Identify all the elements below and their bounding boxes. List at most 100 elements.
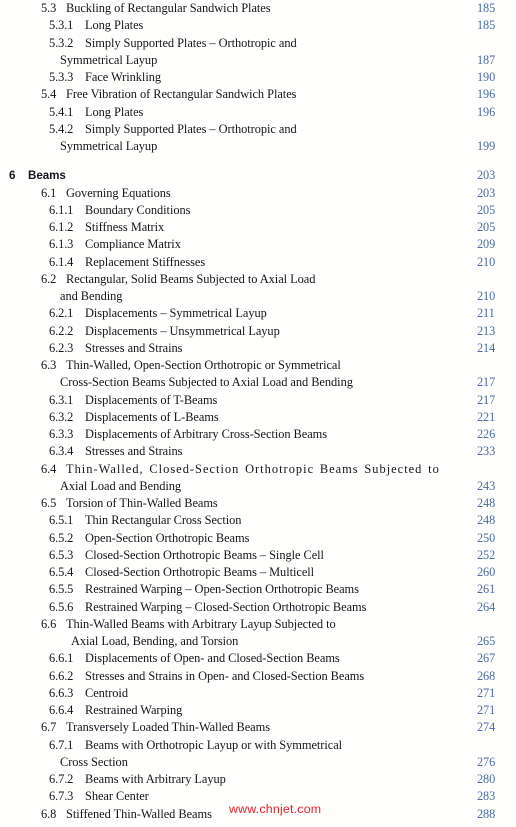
toc-entry-number: 6.5.1 bbox=[49, 513, 74, 528]
toc-entry-page-number[interactable]: 261 bbox=[477, 581, 495, 598]
toc-subsection-entry[interactable]: 6.5.2 Open-Section Orthotropic Beams 250 bbox=[0, 530, 516, 547]
toc-entry-page-number[interactable]: 203 bbox=[477, 185, 495, 202]
toc-entry-title: Long Plates bbox=[85, 104, 144, 119]
toc-subsection-entry[interactable]: 5.3.1 Long Plates 185 bbox=[0, 17, 516, 34]
toc-subsection-entry[interactable]: 6.1.1 Boundary Conditions 205 bbox=[0, 202, 516, 219]
toc-section-entry[interactable]: 6.5 Torsion of Thin-Walled Beams 248 bbox=[0, 495, 516, 512]
toc-section-entry[interactable]: 6.3 Thin-Walled, Open-Section Orthotropic… bbox=[0, 357, 516, 374]
toc-entry-number: 5.3 bbox=[41, 1, 57, 15]
toc-entry-continuation[interactable]: Cross-Section Beams Subjected to Axial L… bbox=[0, 374, 516, 391]
toc-entry-page-number[interactable]: 248 bbox=[477, 512, 495, 529]
toc-subsection-entry[interactable]: 6.5.3 Closed-Section Orthotropic Beams – … bbox=[0, 547, 516, 564]
toc-entry-page-number[interactable]: 221 bbox=[477, 409, 495, 426]
toc-entry-title: and Bending bbox=[60, 289, 123, 303]
toc-entry-page-number[interactable]: 280 bbox=[477, 771, 495, 788]
toc-subsection-entry[interactable]: 6.1.4 Replacement Stiffnesses 210 bbox=[0, 254, 516, 271]
toc-subsection-entry[interactable]: 6.5.4 Closed-Section Orthotropic Beams – … bbox=[0, 564, 516, 581]
toc-subsection-entry[interactable]: 6.3.4 Stresses and Strains 233 bbox=[0, 443, 516, 460]
toc-entry-page-number[interactable]: 213 bbox=[477, 323, 495, 340]
toc-entry-page-number[interactable]: 248 bbox=[477, 495, 495, 512]
toc-entry-page-number[interactable]: 185 bbox=[477, 17, 495, 34]
toc-entry-page-number[interactable]: 196 bbox=[477, 104, 495, 121]
toc-entry-page-number[interactable]: 187 bbox=[477, 52, 495, 69]
toc-entry-page-number[interactable]: 185 bbox=[477, 0, 495, 17]
toc-entry-page-number[interactable]: 199 bbox=[477, 138, 495, 155]
toc-entry-page-number[interactable]: 196 bbox=[477, 86, 495, 103]
toc-entry-page-number[interactable]: 274 bbox=[477, 719, 495, 736]
toc-subsection-entry[interactable]: 6.2.2 Displacements – Unsymmetrical Layup… bbox=[0, 323, 516, 340]
toc-entry-page-number[interactable]: 210 bbox=[477, 254, 495, 271]
toc-entry-page-number[interactable]: 209 bbox=[477, 236, 495, 253]
toc-entry-continuation[interactable]: Symmetrical Layup 199 bbox=[0, 138, 516, 155]
toc-entry-page-number[interactable]: 214 bbox=[477, 340, 495, 357]
toc-entry-title: Cross Section bbox=[60, 754, 128, 769]
toc-subsection-entry[interactable]: 6.6.1 Displacements of Open- and Closed-S… bbox=[0, 650, 516, 667]
toc-entry-title: Face Wrinkling bbox=[85, 70, 161, 84]
toc-subsection-entry[interactable]: 5.3.3 Face Wrinkling 190 bbox=[0, 69, 516, 86]
toc-entry-page-number[interactable]: 217 bbox=[477, 374, 495, 391]
toc-entry-page-number[interactable]: 288 bbox=[477, 806, 495, 823]
toc-entry-page-number[interactable]: 250 bbox=[477, 530, 495, 547]
toc-entry-page-number[interactable]: 203 bbox=[477, 167, 495, 184]
toc-section-entry[interactable]: 5.4 Free Vibration of Rectangular Sandwic… bbox=[0, 86, 516, 103]
toc-entry-page-number[interactable]: 226 bbox=[477, 426, 495, 443]
toc-entry-page-number[interactable]: 260 bbox=[477, 564, 495, 581]
toc-subsection-entry[interactable]: 5.3.2 Simply Supported Plates – Orthotrop… bbox=[0, 35, 516, 52]
toc-subsection-entry[interactable]: 6.7.2 Beams with Arbitrary Layup 280 bbox=[0, 771, 516, 788]
toc-entry-page-number[interactable]: 205 bbox=[477, 202, 495, 219]
toc-entry-title: Thin Rectangular Cross Section bbox=[85, 513, 242, 528]
toc-subsection-entry[interactable]: 6.2.3 Stresses and Strains 214 bbox=[0, 340, 516, 357]
toc-subsection-entry[interactable]: 6.7.1 Beams with Orthotropic Layup or wit… bbox=[0, 737, 516, 754]
toc-subsection-entry[interactable]: 6.6.3 Centroid 271 bbox=[0, 685, 516, 702]
toc-entry-page-number[interactable]: 243 bbox=[477, 478, 495, 495]
toc-section-entry[interactable]: 6.6 Thin-Walled Beams with Arbitrary Layu… bbox=[0, 616, 516, 633]
toc-entry-title: Open-Section Orthotropic Beams bbox=[85, 530, 250, 545]
toc-entry-number: 6.6.1 bbox=[49, 651, 74, 666]
toc-entry-continuation[interactable]: Symmetrical Layup 187 bbox=[0, 52, 516, 69]
toc-subsection-entry[interactable]: 5.4.2 Simply Supported Plates – Orthotrop… bbox=[0, 121, 516, 138]
toc-entry-title: Thin-Walled Beams with Arbitrary Layup S… bbox=[66, 616, 336, 631]
toc-entry-page-number[interactable]: 205 bbox=[477, 219, 495, 236]
toc-entry-page-number[interactable]: 211 bbox=[477, 305, 495, 322]
toc-section-entry[interactable]: 6.4 Thin-Walled, Closed-Section Orthotrop… bbox=[0, 461, 516, 478]
toc-section-entry[interactable]: 5.3 Buckling of Rectangular Sandwich Plat… bbox=[0, 0, 516, 17]
toc-entry-continuation[interactable]: Axial Load and Bending 243 bbox=[0, 478, 516, 495]
toc-section-entry[interactable]: 6.7 Transversely Loaded Thin-Walled Beams… bbox=[0, 719, 516, 736]
toc-subsection-entry[interactable]: 6.1.2 Stiffness Matrix 205 bbox=[0, 219, 516, 236]
toc-entry-page-number[interactable]: 265 bbox=[477, 633, 495, 650]
toc-subsection-entry[interactable]: 6.3.2 Displacements of L-Beams 221 bbox=[0, 409, 516, 426]
toc-subsection-entry[interactable]: 6.5.1 Thin Rectangular Cross Section 248 bbox=[0, 512, 516, 529]
toc-subsection-entry[interactable]: 6.2.1 Displacements – Symmetrical Layup 21… bbox=[0, 305, 516, 322]
toc-section-entry[interactable]: 6.1 Governing Equations 203 bbox=[0, 185, 516, 202]
toc-subsection-entry[interactable]: 5.4.1 Long Plates 196 bbox=[0, 104, 516, 121]
toc-entry-continuation[interactable]: and Bending 210 bbox=[0, 288, 516, 305]
toc-entry-page-number[interactable]: 267 bbox=[477, 650, 495, 667]
toc-entry-title: Axial Load, Bending, and Torsion bbox=[71, 634, 239, 648]
toc-entry-page-number[interactable]: 233 bbox=[477, 443, 495, 460]
toc-subsection-entry[interactable]: 6.6.4 Restrained Warping 271 bbox=[0, 702, 516, 719]
toc-entry-continuation[interactable]: Cross Section 276 bbox=[0, 754, 516, 771]
toc-subsection-entry[interactable]: 6.3.3 Displacements of Arbitrary Cross-Se… bbox=[0, 426, 516, 443]
toc-entry-page-number[interactable]: 283 bbox=[477, 788, 495, 805]
toc-entry-page-number[interactable]: 271 bbox=[477, 702, 495, 719]
toc-entry-title: Symmetrical Layup bbox=[60, 139, 158, 153]
toc-subsection-entry[interactable]: 6.5.5 Restrained Warping – Open-Section O… bbox=[0, 581, 516, 598]
toc-entry-page-number[interactable]: 252 bbox=[477, 547, 495, 564]
toc-chapter-entry[interactable]: 6 Beams 203 bbox=[0, 167, 516, 184]
toc-entry-page-number[interactable]: 264 bbox=[477, 599, 495, 616]
toc-section-entry[interactable]: 6.2 Rectangular, Solid Beams Subjected to… bbox=[0, 271, 516, 288]
toc-subsection-entry[interactable]: 6.6.2 Stresses and Strains in Open- and C… bbox=[0, 668, 516, 685]
toc-entry-title: Displacements of Arbitrary Cross-Section… bbox=[85, 427, 328, 441]
toc-subsection-entry[interactable]: 6.5.6 Restrained Warping – Closed-Section… bbox=[0, 599, 516, 616]
toc-entry-page-number[interactable]: 190 bbox=[477, 69, 495, 86]
toc-entry-page-number[interactable]: 210 bbox=[477, 288, 495, 305]
toc-entry-continuation[interactable]: Axial Load, Bending, and Torsion 265 bbox=[0, 633, 516, 650]
toc-entry-page-number[interactable]: 217 bbox=[477, 392, 495, 409]
toc-entry-title: Restrained Warping bbox=[85, 703, 183, 717]
toc-subsection-entry[interactable]: 6.3.1 Displacements of T-Beams 217 bbox=[0, 392, 516, 409]
toc-entry-page-number[interactable]: 276 bbox=[477, 754, 495, 771]
toc-entry-title: Stresses and Strains bbox=[85, 340, 183, 355]
toc-entry-page-number[interactable]: 271 bbox=[477, 685, 495, 702]
toc-subsection-entry[interactable]: 6.1.3 Compliance Matrix 209 bbox=[0, 236, 516, 253]
toc-entry-page-number[interactable]: 268 bbox=[477, 668, 495, 685]
